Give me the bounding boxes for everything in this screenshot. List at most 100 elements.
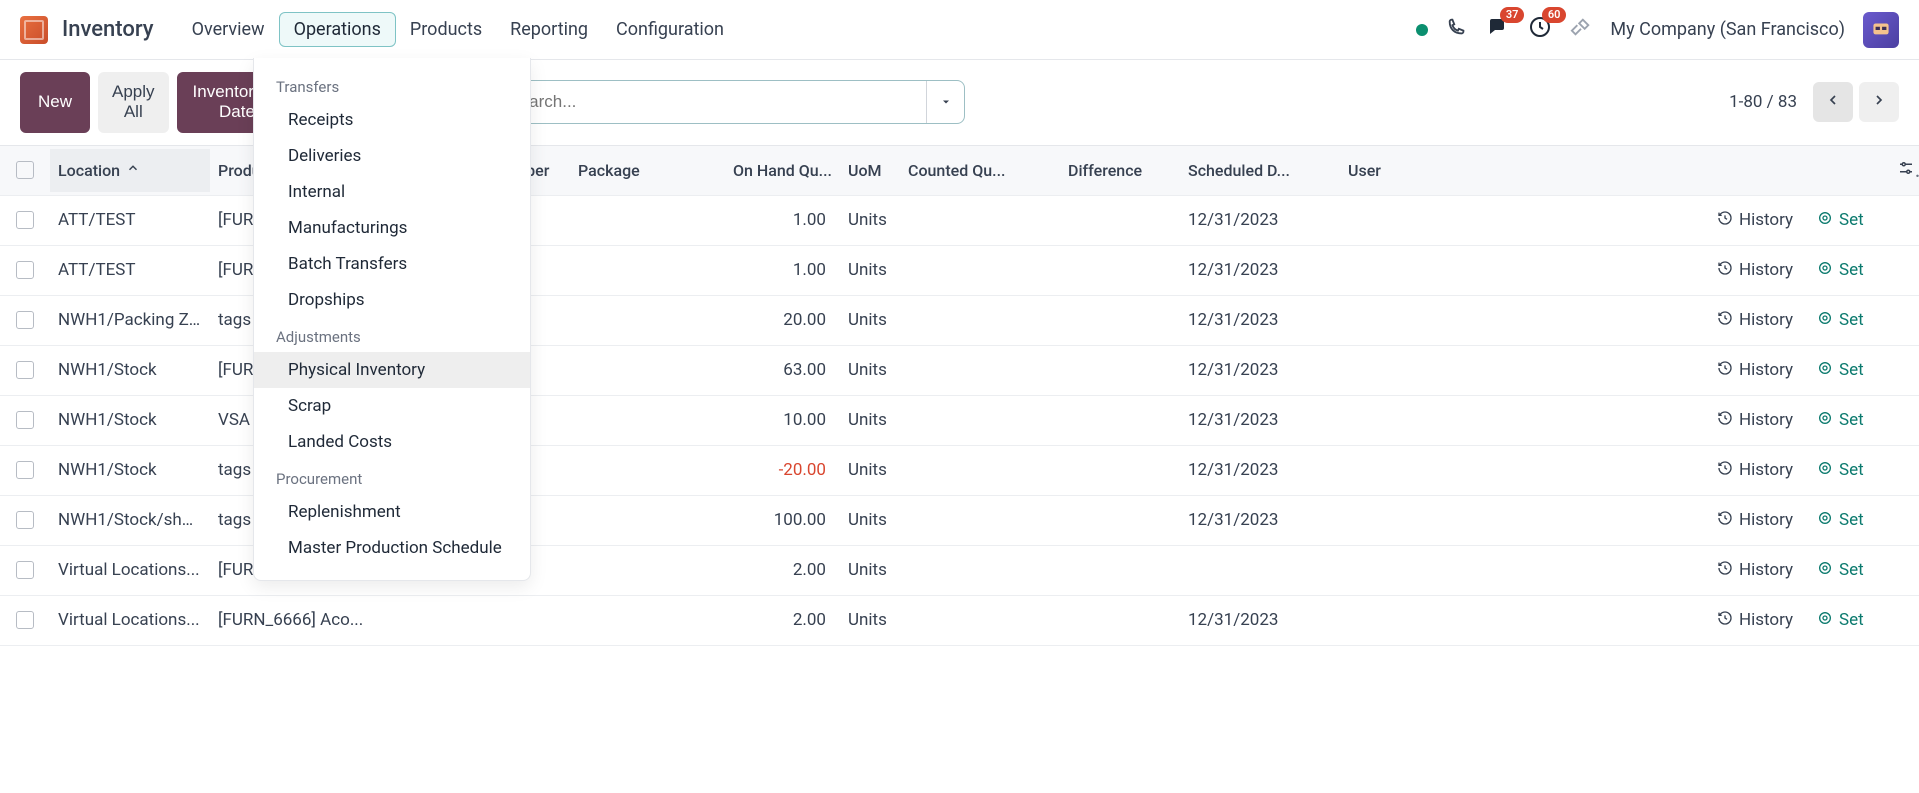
col-onhand[interactable]: On Hand Qu... <box>700 149 840 192</box>
history-icon <box>1717 460 1733 480</box>
row-checkbox[interactable] <box>0 349 50 391</box>
sort-asc-icon <box>126 161 140 179</box>
col-uom[interactable]: UoM <box>840 149 900 192</box>
set-button[interactable]: Set <box>1817 560 1881 580</box>
history-button[interactable]: History <box>1717 360 1801 380</box>
history-button[interactable]: History <box>1717 260 1801 280</box>
row-checkbox[interactable] <box>0 449 50 491</box>
col-location[interactable]: Location <box>50 149 210 192</box>
set-button[interactable]: Set <box>1817 210 1881 230</box>
search-caret[interactable] <box>926 81 964 123</box>
dropdown-item-scrap[interactable]: Scrap <box>254 388 530 424</box>
set-button[interactable]: Set <box>1817 260 1881 280</box>
nav-overview[interactable]: Overview <box>178 13 279 46</box>
column-settings-icon[interactable] <box>1889 147 1919 194</box>
row-checkbox[interactable] <box>0 499 50 541</box>
cell-package <box>570 608 700 632</box>
cell-package <box>570 308 700 332</box>
history-button[interactable]: History <box>1717 560 1801 580</box>
cell-difference <box>1060 558 1180 582</box>
dropdown-item-internal[interactable]: Internal <box>254 174 530 210</box>
cell-uom: Units <box>840 598 900 642</box>
target-icon <box>1817 560 1833 580</box>
pager-prev-button[interactable] <box>1813 82 1853 122</box>
cell-scheduled: 12/31/2023 <box>1180 598 1340 642</box>
cell-user <box>1340 258 1440 282</box>
dropdown-group-adjustments: Adjustments <box>254 318 530 352</box>
col-counted[interactable]: Counted Qu... <box>900 149 1060 192</box>
nav-reporting[interactable]: Reporting <box>496 13 602 46</box>
target-icon <box>1817 610 1833 630</box>
cell-location: ATT/TEST <box>50 248 210 292</box>
cell-counted <box>900 358 1060 382</box>
history-button[interactable]: History <box>1717 210 1801 230</box>
pager-label[interactable]: 1-80 / 83 <box>1729 92 1797 112</box>
dropdown-item-batch-transfers[interactable]: Batch Transfers <box>254 246 530 282</box>
history-icon <box>1717 360 1733 380</box>
nav-configuration[interactable]: Configuration <box>602 13 738 46</box>
cell-location: Virtual Locations... <box>50 548 210 592</box>
history-button[interactable]: History <box>1717 610 1801 630</box>
cell-uom: Units <box>840 448 900 492</box>
company-name[interactable]: My Company (San Francisco) <box>1610 19 1845 40</box>
dropdown-item-physical-inventory[interactable]: Physical Inventory <box>254 352 530 388</box>
row-checkbox[interactable] <box>0 299 50 341</box>
row-checkbox[interactable] <box>0 399 50 441</box>
pager-next-button[interactable] <box>1859 82 1899 122</box>
set-button[interactable]: Set <box>1817 460 1881 480</box>
dropdown-item-replenishment[interactable]: Replenishment <box>254 494 530 530</box>
app-title[interactable]: Inventory <box>62 17 154 42</box>
cell-package <box>570 358 700 382</box>
cell-scheduled: 12/31/2023 <box>1180 248 1340 292</box>
dropdown-item-master-production-schedule[interactable]: Master Production Schedule <box>254 530 530 566</box>
tools-icon[interactable] <box>1570 16 1592 43</box>
cell-difference <box>1060 608 1180 632</box>
apply-all-button[interactable]: Apply All <box>98 72 169 133</box>
nav-products[interactable]: Products <box>396 13 496 46</box>
search-box[interactable] <box>465 80 965 124</box>
row-checkbox[interactable] <box>0 249 50 291</box>
dropdown-item-receipts[interactable]: Receipts <box>254 102 530 138</box>
phone-icon[interactable] <box>1446 16 1468 43</box>
set-button[interactable]: Set <box>1817 310 1881 330</box>
dropdown-item-deliveries[interactable]: Deliveries <box>254 138 530 174</box>
set-button[interactable]: Set <box>1817 410 1881 430</box>
row-checkbox[interactable] <box>0 199 50 241</box>
table-row[interactable]: Virtual Locations...[FURN_6666] Aco...2.… <box>0 596 1919 646</box>
cell-user <box>1340 608 1440 632</box>
history-button[interactable]: History <box>1717 510 1801 530</box>
row-checkbox[interactable] <box>0 599 50 641</box>
history-button[interactable]: History <box>1717 310 1801 330</box>
cell-onhand: 2.00 <box>700 548 840 592</box>
messages-icon[interactable]: 37 <box>1486 15 1510 44</box>
dropdown-item-landed-costs[interactable]: Landed Costs <box>254 424 530 460</box>
row-checkbox[interactable] <box>0 549 50 591</box>
history-button[interactable]: History <box>1717 460 1801 480</box>
set-button[interactable]: Set <box>1817 510 1881 530</box>
activities-icon[interactable]: 60 <box>1528 15 1552 44</box>
col-user[interactable]: User <box>1340 149 1440 192</box>
set-button[interactable]: Set <box>1817 360 1881 380</box>
search-input[interactable] <box>508 92 926 112</box>
status-dot-icon[interactable] <box>1416 24 1428 36</box>
cell-onhand: 10.00 <box>700 398 840 442</box>
app-logo-icon[interactable] <box>20 16 48 44</box>
history-button[interactable]: History <box>1717 410 1801 430</box>
nav-operations[interactable]: Operations <box>279 12 396 47</box>
user-avatar[interactable] <box>1863 12 1899 48</box>
set-button[interactable]: Set <box>1817 610 1881 630</box>
header-checkbox[interactable] <box>0 149 50 191</box>
dropdown-item-dropships[interactable]: Dropships <box>254 282 530 318</box>
new-button[interactable]: New <box>20 72 90 132</box>
cell-uom: Units <box>840 548 900 592</box>
col-difference[interactable]: Difference <box>1060 149 1180 192</box>
dropdown-group-transfers: Transfers <box>254 68 530 102</box>
cell-counted <box>900 458 1060 482</box>
col-scheduled[interactable]: Scheduled D... <box>1180 149 1340 192</box>
history-icon <box>1717 560 1733 580</box>
cell-uom: Units <box>840 248 900 292</box>
cell-counted <box>900 208 1060 232</box>
dropdown-item-manufacturings[interactable]: Manufacturings <box>254 210 530 246</box>
target-icon <box>1817 310 1833 330</box>
col-package[interactable]: Package <box>570 149 700 192</box>
